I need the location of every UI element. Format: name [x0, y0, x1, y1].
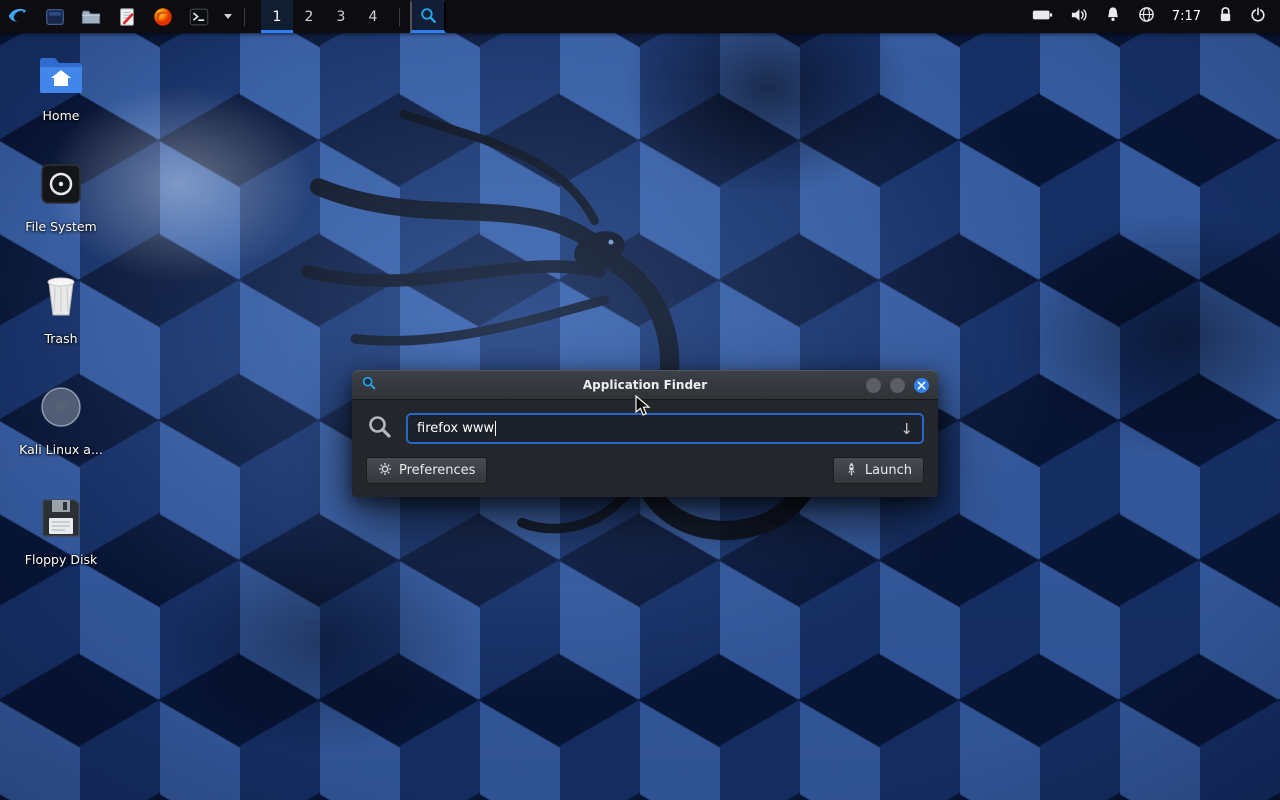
top-panel: 1 2 3 4 7:17 — [0, 0, 1280, 33]
search-input[interactable]: firefox www ↓ — [406, 413, 924, 444]
dropdown-arrow-icon[interactable]: ↓ — [900, 420, 913, 438]
desktop-icon-floppy-disk[interactable]: Floppy Disk — [14, 496, 108, 567]
firefox-icon[interactable] — [148, 0, 178, 33]
text-editor-icon[interactable] — [112, 0, 142, 33]
battery-icon[interactable] — [1032, 7, 1053, 26]
minimize-button[interactable] — [866, 378, 881, 393]
desktop-icon-trash[interactable]: Trash — [14, 273, 108, 346]
notifications-bell-icon[interactable] — [1105, 6, 1121, 27]
application-finder-window: Application Finder firefox www ↓ Pr — [352, 370, 938, 497]
workspace-1[interactable]: 1 — [261, 0, 293, 33]
text-caret — [495, 421, 496, 436]
maximize-button[interactable] — [890, 378, 905, 393]
desktop-icon-label: Kali Linux a... — [19, 443, 103, 457]
workspace-3[interactable]: 3 — [325, 0, 357, 33]
volume-disc-icon — [38, 384, 84, 434]
window-launcher-icon[interactable] — [40, 0, 70, 33]
close-button[interactable] — [914, 378, 929, 393]
file-system-drive-icon — [38, 161, 84, 211]
preferences-button[interactable]: Preferences — [366, 457, 487, 484]
launch-button[interactable]: Launch — [833, 457, 924, 484]
window-title: Application Finder — [352, 378, 938, 392]
rocket-icon — [845, 462, 858, 480]
terminal-icon[interactable] — [184, 0, 214, 33]
home-folder-icon — [37, 52, 85, 100]
desktop-icon-file-system[interactable]: File System — [14, 161, 108, 234]
desktop-icon-label: Trash — [44, 332, 77, 346]
desktop-icon-label: File System — [25, 220, 97, 234]
trash-icon — [39, 273, 83, 323]
launch-label: Launch — [865, 463, 912, 478]
workspace-2[interactable]: 2 — [293, 0, 325, 33]
desktop-icon-label: Floppy Disk — [25, 553, 97, 567]
terminal-dropdown-chevron-icon[interactable] — [220, 0, 234, 33]
power-icon[interactable] — [1250, 7, 1266, 27]
gear-icon — [378, 462, 392, 480]
application-finder-icon — [419, 6, 438, 28]
preferences-label: Preferences — [399, 463, 475, 478]
close-icon — [917, 381, 926, 390]
floppy-disk-icon — [39, 496, 83, 544]
network-icon[interactable] — [1138, 6, 1155, 27]
volume-icon[interactable] — [1070, 7, 1088, 27]
window-body: firefox www ↓ Preferences Launch — [352, 400, 938, 497]
applications-menu-button[interactable] — [0, 0, 36, 33]
kali-logo-icon — [7, 4, 29, 29]
workspace-switcher: 1 2 3 4 — [261, 0, 389, 33]
panel-separator — [399, 8, 400, 26]
panel-clock[interactable]: 7:17 — [1172, 9, 1201, 24]
window-app-icon — [361, 375, 377, 395]
search-icon — [366, 413, 393, 444]
search-input-value: firefox www — [417, 421, 494, 436]
desktop-icon-list: Home File System Trash Kali Linux a... F… — [14, 52, 108, 567]
taskbar-application-finder-button[interactable] — [410, 0, 446, 33]
file-manager-icon[interactable] — [76, 0, 106, 33]
screen-lock-icon[interactable] — [1218, 6, 1233, 27]
panel-separator — [244, 8, 245, 26]
workspace-4[interactable]: 4 — [357, 0, 389, 33]
desktop-icon-label: Home — [43, 109, 80, 123]
window-titlebar[interactable]: Application Finder — [352, 370, 938, 400]
desktop-icon-home[interactable]: Home — [14, 52, 108, 123]
desktop-icon-kali-volume[interactable]: Kali Linux a... — [14, 384, 108, 457]
